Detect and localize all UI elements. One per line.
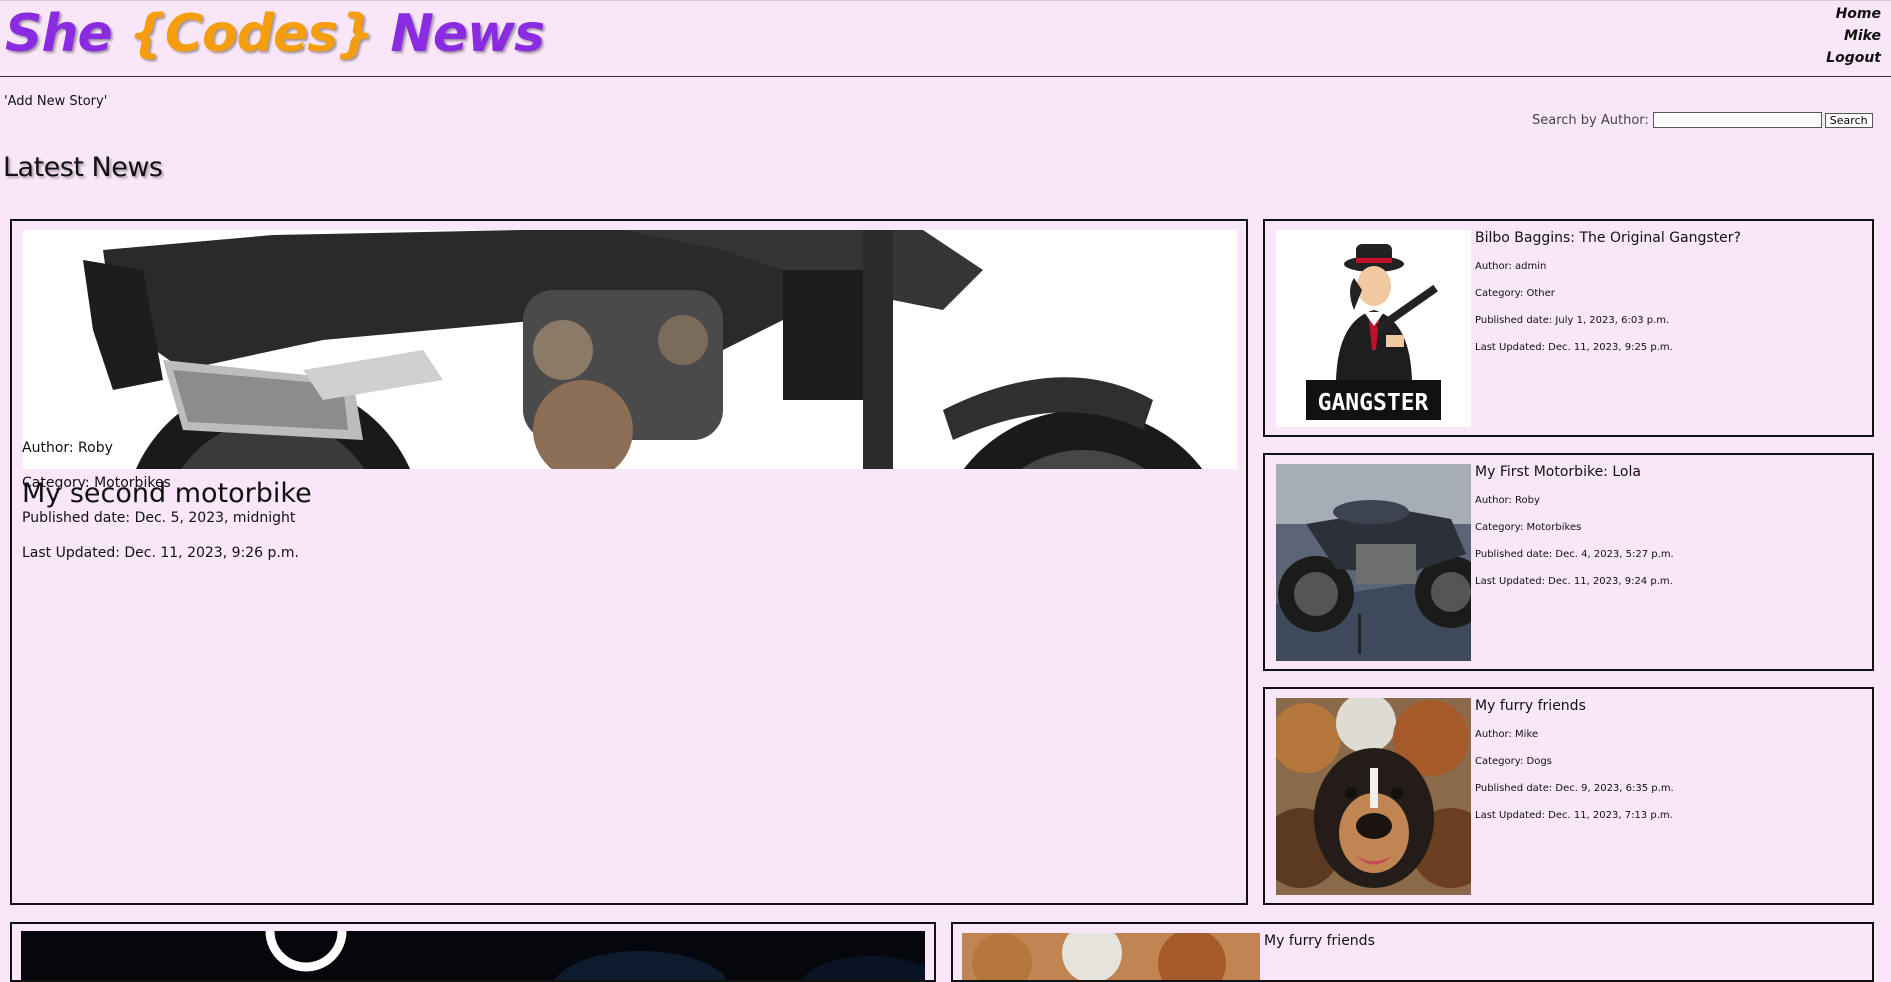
story-title[interactable]: My furry friends bbox=[1264, 933, 1375, 949]
featured-story-category: Category: Motorbikes bbox=[22, 475, 171, 491]
story-image[interactable] bbox=[1276, 698, 1471, 895]
story-image[interactable]: GANGSTER bbox=[1276, 230, 1471, 427]
story-card[interactable] bbox=[10, 922, 936, 982]
nav-home-link[interactable]: Home bbox=[1826, 3, 1881, 25]
story-published: Published date: Dec. 4, 2023, 5:27 p.m. bbox=[1475, 549, 1674, 560]
site-header: She {Codes} News Home Mike Logout bbox=[0, 0, 1891, 77]
logo-word-news: News bbox=[390, 4, 545, 64]
author-search-form: Search by Author: Search bbox=[1532, 112, 1873, 128]
story-image[interactable] bbox=[962, 933, 1260, 980]
story-author: Author: admin bbox=[1475, 261, 1547, 272]
story-published: Published date: Dec. 9, 2023, 6:35 p.m. bbox=[1475, 783, 1674, 794]
story-category: Category: Other bbox=[1475, 288, 1555, 299]
story-card[interactable]: GANGSTER Bilbo Baggins: The Original Gan… bbox=[1263, 219, 1874, 437]
logo-word-she: She bbox=[5, 4, 113, 64]
story-category: Category: Motorbikes bbox=[1475, 522, 1582, 533]
featured-story-published: Published date: Dec. 5, 2023, midnight bbox=[22, 510, 296, 526]
search-author-input[interactable] bbox=[1652, 112, 1822, 128]
page-title: Latest News bbox=[3, 152, 163, 183]
search-label: Search by Author: bbox=[1532, 112, 1649, 128]
featured-story-card[interactable]: My second motorbike Author: Roby Categor… bbox=[10, 219, 1248, 905]
nav-user-link[interactable]: Mike bbox=[1826, 25, 1881, 47]
featured-story-author: Author: Roby bbox=[22, 440, 113, 456]
story-published: Published date: July 1, 2023, 6:03 p.m. bbox=[1475, 315, 1670, 326]
featured-story-updated: Last Updated: Dec. 11, 2023, 9:26 p.m. bbox=[22, 545, 299, 561]
story-title[interactable]: My First Motorbike: Lola bbox=[1475, 464, 1641, 480]
story-card[interactable]: My furry friends bbox=[951, 922, 1874, 982]
story-title[interactable]: My furry friends bbox=[1475, 698, 1586, 714]
search-button[interactable]: Search bbox=[1824, 112, 1873, 128]
story-updated: Last Updated: Dec. 11, 2023, 9:24 p.m. bbox=[1475, 576, 1673, 587]
story-author: Author: Roby bbox=[1475, 495, 1540, 506]
story-author: Author: Mike bbox=[1475, 729, 1539, 740]
top-nav: Home Mike Logout bbox=[1826, 3, 1881, 69]
story-card[interactable]: My furry friends Author: Mike Category: … bbox=[1263, 687, 1874, 905]
story-category: Category: Dogs bbox=[1475, 756, 1552, 767]
add-new-story-link[interactable]: 'Add New Story' bbox=[4, 94, 107, 109]
story-image[interactable] bbox=[1276, 464, 1471, 661]
story-image[interactable] bbox=[21, 931, 925, 980]
featured-story-image[interactable] bbox=[23, 230, 1237, 469]
nav-logout-link[interactable]: Logout bbox=[1826, 47, 1881, 69]
story-updated: Last Updated: Dec. 11, 2023, 7:13 p.m. bbox=[1475, 810, 1673, 821]
site-logo[interactable]: She {Codes} News bbox=[5, 2, 545, 66]
story-updated: Last Updated: Dec. 11, 2023, 9:25 p.m. bbox=[1475, 342, 1673, 353]
story-title[interactable]: Bilbo Baggins: The Original Gangster? bbox=[1475, 230, 1741, 246]
logo-word-codes: {Codes} bbox=[128, 4, 374, 64]
gangster-image-label: GANGSTER bbox=[1318, 390, 1429, 416]
story-card[interactable]: My First Motorbike: Lola Author: Roby Ca… bbox=[1263, 453, 1874, 671]
